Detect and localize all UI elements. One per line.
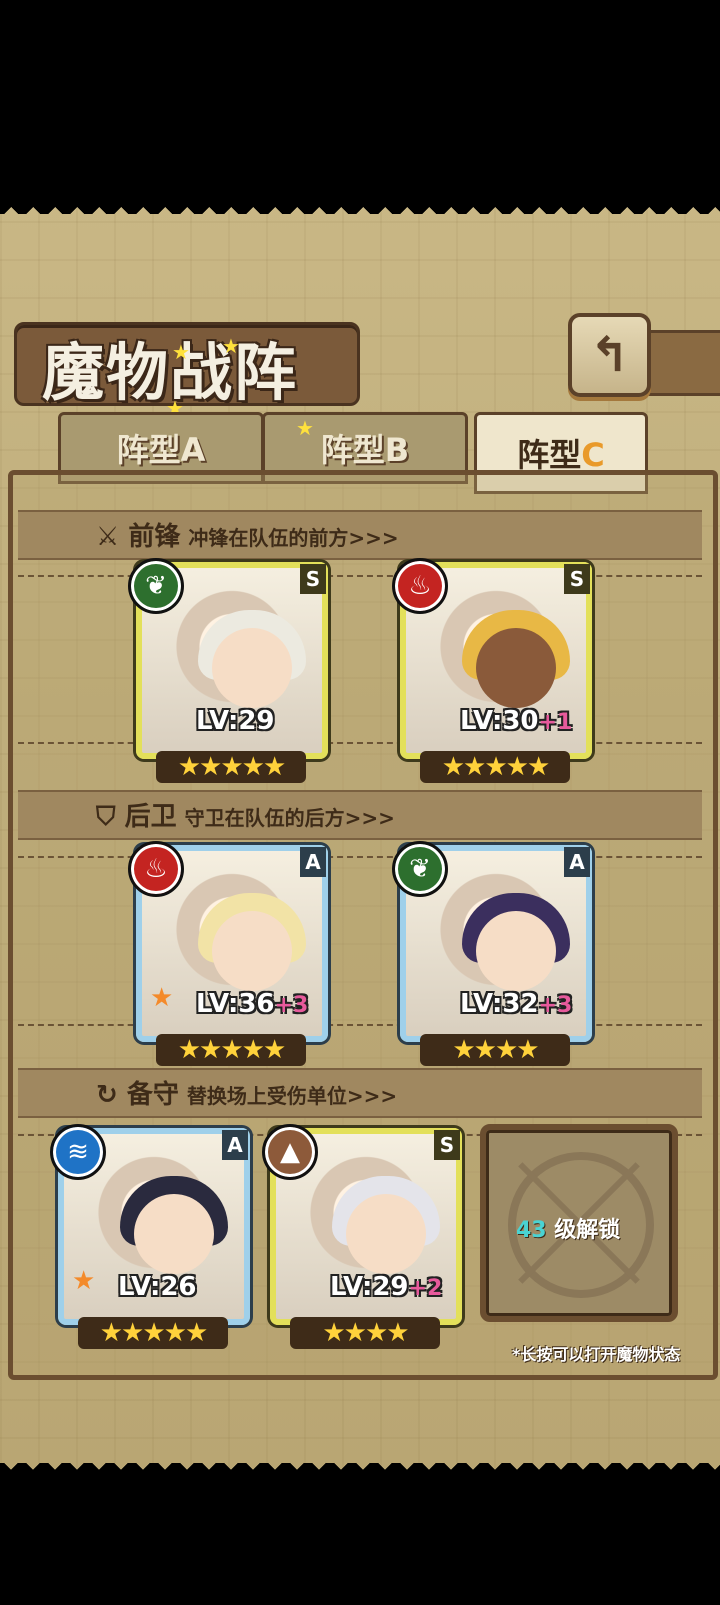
level-label: LV:30+1 <box>460 706 573 736</box>
star-rating: ★★★★★ <box>156 1034 306 1066</box>
rank-badge: A <box>222 1130 248 1160</box>
star-ornament-icon: ★ <box>150 983 174 1013</box>
swap-icon: ↻ <box>96 1080 118 1110</box>
header-rail <box>646 330 720 396</box>
monster-portrait <box>162 588 306 718</box>
water-icon: ≋ <box>50 1124 106 1180</box>
level-label: LV:29 <box>196 706 275 736</box>
rank-badge: S <box>564 564 590 594</box>
rank-badge: S <box>300 564 326 594</box>
level-label: LV:29+2 <box>330 1272 443 1302</box>
sparkle-icon: ★ <box>222 334 240 358</box>
level-label: LV:32+3 <box>460 989 573 1019</box>
monster-portrait <box>84 1154 228 1284</box>
section-reserve-title: ↻ 备守 替换场上受伤单位>>> <box>96 1080 398 1110</box>
section-front-title: ⚔ 前锋 冲锋在队伍的前方>>> <box>96 522 399 552</box>
return-icon: ↰ <box>589 327 630 383</box>
divider <box>18 1024 702 1026</box>
earth-icon: ▲ <box>262 1124 318 1180</box>
star-rating: ★★★★★ <box>78 1317 228 1349</box>
sparkle-icon: ★ <box>172 340 190 364</box>
shield-icon: ⛉ <box>96 802 116 832</box>
back-button[interactable]: ↰ <box>568 313 651 397</box>
divider <box>18 575 702 577</box>
sparkle-icon: ★ <box>296 416 314 440</box>
star-rating: ★★★★★ <box>156 751 306 783</box>
level-label: LV:26 <box>118 1272 197 1302</box>
monster-card-back-2[interactable]: ❦ A LV:32+3 ★★★★ <box>392 841 592 1066</box>
rank-badge: A <box>564 847 590 877</box>
rank-badge: A <box>300 847 326 877</box>
monster-card-back-1[interactable]: ♨ A ★ LV:36+3 ★★★★★ <box>128 841 328 1066</box>
monster-portrait <box>426 871 570 1001</box>
monster-portrait <box>162 871 306 1001</box>
section-back-title: ⛉ 后卫 守卫在队伍的后方>>> <box>96 802 395 832</box>
fire-icon: ♨ <box>392 558 448 614</box>
locked-slot[interactable]: 43 级解锁 <box>480 1124 678 1322</box>
star-rating: ★★★★★ <box>420 751 570 783</box>
divider <box>18 856 702 858</box>
unlock-level-label: 43 级解锁 <box>516 1218 621 1243</box>
long-press-hint: *长按可以打开魔物状态 <box>512 1345 681 1364</box>
leaf-icon: ❦ <box>128 558 184 614</box>
star-rating: ★★★★ <box>420 1034 570 1066</box>
monster-card-front-1[interactable]: ❦ S LV:29 ★★★★★ <box>128 558 328 783</box>
monster-card-reserve-2[interactable]: ▲ S LV:29+2 ★★★★ <box>262 1124 462 1349</box>
monster-card-front-2[interactable]: ♨ S LV:30+1 ★★★★★ <box>392 558 592 783</box>
star-ornament-icon: ★ <box>72 1266 96 1296</box>
panel-top-edge <box>0 200 720 214</box>
star-rating: ★★★★ <box>290 1317 440 1349</box>
leaf-icon: ❦ <box>392 841 448 897</box>
monster-portrait <box>426 588 570 718</box>
tab-label: 阵型A <box>116 431 206 469</box>
sword-icon: ⚔ <box>96 522 120 552</box>
tab-label: 阵型B <box>320 431 410 469</box>
monster-portrait <box>296 1154 440 1284</box>
fire-icon: ♨ <box>128 841 184 897</box>
divider <box>18 742 702 744</box>
rank-badge: S <box>434 1130 460 1160</box>
panel-bottom-edge <box>0 1463 720 1477</box>
level-label: LV:36+3 <box>196 989 309 1019</box>
monster-card-reserve-1[interactable]: ≋ A ★ LV:26 ★★★★★ <box>50 1124 250 1349</box>
